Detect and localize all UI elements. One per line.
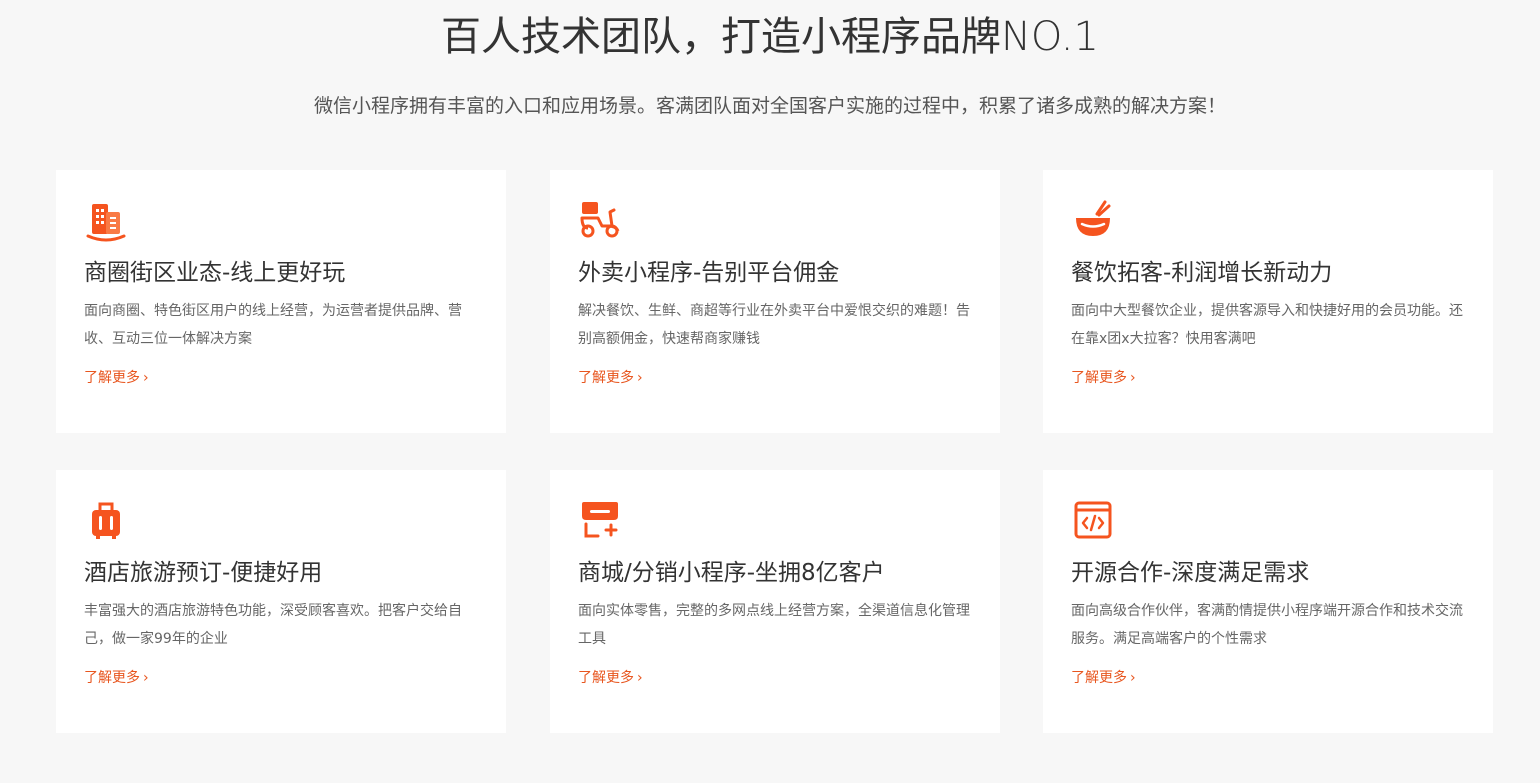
chevron-right-icon: › — [143, 670, 149, 686]
solution-card-business-district[interactable]: 商圈街区业态-线上更好玩 面向商圈、特色街区用户的线上经营，为运营者提供品牌、营… — [56, 170, 506, 433]
card-title: 餐饮拓客-利润增长新动力 — [1071, 260, 1333, 286]
card-description: 面向实体零售，完整的多网点线上经营方案，全渠道信息化管理工具 — [578, 603, 970, 647]
code-window-icon — [1071, 498, 1115, 542]
learn-more-label: 了解更多 — [84, 670, 140, 686]
card-description: 丰富强大的酒店旅游特色功能，深受顾客喜欢。把客户交给自己，做一家99年的企业 — [84, 603, 462, 647]
learn-more-label: 了解更多 — [1071, 670, 1127, 686]
scooter-icon — [578, 198, 622, 242]
card-title: 外卖小程序-告别平台佣金 — [578, 260, 840, 286]
luggage-icon — [84, 498, 128, 542]
solution-card-hotel-travel[interactable]: 酒店旅游预订-便捷好用 丰富强大的酒店旅游特色功能，深受顾客喜欢。把客户交给自己… — [56, 470, 506, 733]
learn-more-link[interactable]: 了解更多 › — [84, 366, 149, 390]
card-description: 解决餐饮、生鲜、商超等行业在外卖平台中爱恨交织的难题！告别高额佣金，快速帮商家赚… — [578, 303, 970, 347]
chevron-right-icon: › — [637, 670, 643, 686]
solution-card-catering[interactable]: 餐饮拓客-利润增长新动力 面向中大型餐饮企业，提供客源导入和快捷好用的会员功能。… — [1043, 170, 1493, 433]
bowl-chopsticks-icon — [1071, 198, 1115, 242]
storefront-icon — [578, 498, 622, 542]
learn-more-label: 了解更多 — [578, 370, 634, 386]
learn-more-link[interactable]: 了解更多 › — [1071, 366, 1136, 390]
card-description: 面向中大型餐饮企业，提供客源导入和快捷好用的会员功能。还在靠x团x大拉客？快用客… — [1071, 303, 1463, 347]
section-title: 百人技术团队，打造小程序品牌NO.1 — [441, 14, 1099, 60]
chevron-right-icon: › — [1130, 370, 1136, 386]
card-title: 商圈街区业态-线上更好玩 — [84, 260, 346, 286]
chevron-right-icon: › — [1130, 670, 1136, 686]
learn-more-label: 了解更多 — [578, 670, 634, 686]
card-title: 酒店旅游预订-便捷好用 — [84, 560, 323, 586]
learn-more-label: 了解更多 — [1071, 370, 1127, 386]
solution-card-open-source[interactable]: 开源合作-深度满足需求 面向高级合作伙伴，客满酌情提供小程序端开源合作和技术交流… — [1043, 470, 1493, 733]
solution-card-takeout[interactable]: 外卖小程序-告别平台佣金 解决餐饮、生鲜、商超等行业在外卖平台中爱恨交织的难题！… — [550, 170, 1000, 433]
solutions-section: 百人技术团队，打造小程序品牌NO.1 微信小程序拥有丰富的入口和应用场景。客满团… — [0, 0, 1540, 783]
buildings-icon — [84, 198, 128, 242]
card-description: 面向商圈、特色街区用户的线上经营，为运营者提供品牌、营收、互动三位一体解决方案 — [84, 303, 462, 347]
section-subtitle: 微信小程序拥有丰富的入口和应用场景。客满团队面对全国客户实施的过程中，积累了诸多… — [313, 95, 1226, 117]
learn-more-link[interactable]: 了解更多 › — [1071, 666, 1136, 690]
card-title: 开源合作-深度满足需求 — [1071, 560, 1310, 586]
card-description: 面向高级合作伙伴，客满酌情提供小程序端开源合作和技术交流服务。满足高端客户的个性… — [1071, 603, 1463, 647]
solution-card-mall-distribution[interactable]: 商城/分销小程序-坐拥8亿客户 面向实体零售，完整的多网点线上经营方案，全渠道信… — [550, 470, 1000, 733]
learn-more-label: 了解更多 — [84, 370, 140, 386]
learn-more-link[interactable]: 了解更多 › — [578, 666, 643, 690]
card-title: 商城/分销小程序-坐拥8亿客户 — [578, 560, 885, 586]
chevron-right-icon: › — [637, 370, 643, 386]
learn-more-link[interactable]: 了解更多 › — [578, 366, 643, 390]
learn-more-link[interactable]: 了解更多 › — [84, 666, 149, 690]
chevron-right-icon: › — [143, 370, 149, 386]
